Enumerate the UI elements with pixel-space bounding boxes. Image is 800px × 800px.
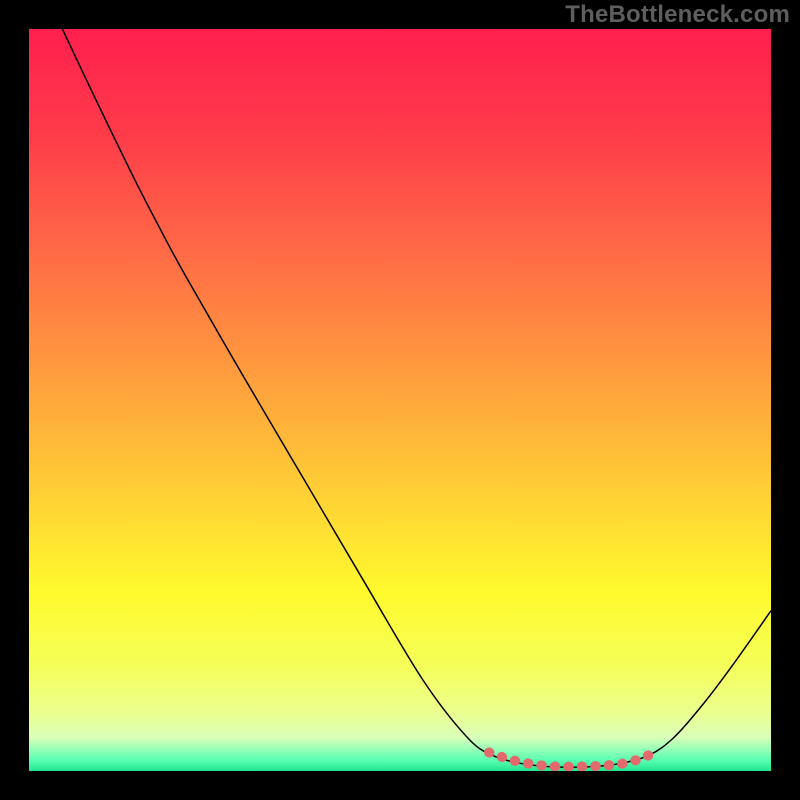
gradient-background <box>29 29 771 771</box>
bottleneck-chart-svg <box>29 29 771 771</box>
watermark-text: TheBottleneck.com <box>565 1 790 29</box>
chart-frame: TheBottleneck.com <box>0 0 800 800</box>
plot-area <box>29 29 771 771</box>
